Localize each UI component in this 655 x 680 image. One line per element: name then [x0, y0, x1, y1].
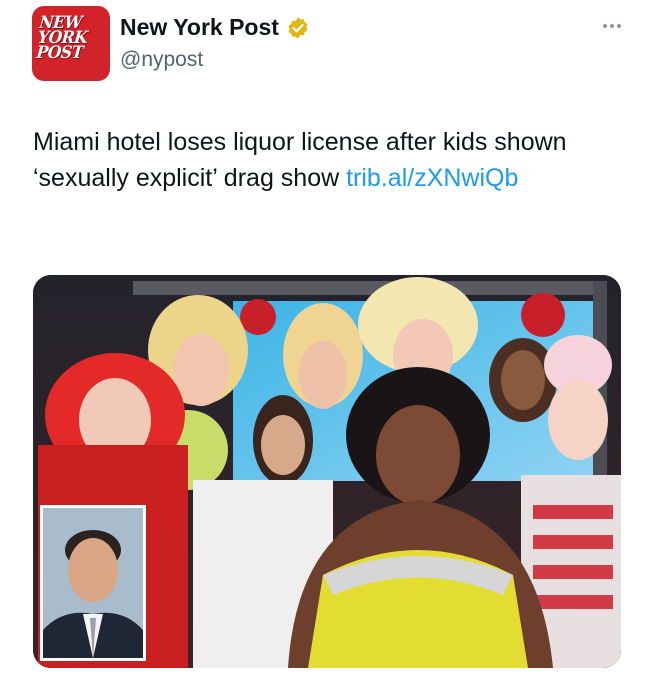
tweet-text: Miami hotel loses liquor license after k… — [33, 124, 613, 196]
account-name-row: New York Post — [120, 14, 310, 41]
more-horizontal-icon[interactable] — [603, 24, 621, 28]
avatar[interactable]: NEW YORK POST — [32, 6, 110, 81]
account-handle[interactable]: @nypost — [120, 48, 203, 72]
inset-portrait-photo — [40, 505, 146, 661]
new-york-post-logo: NEW YORK POST — [35, 13, 89, 63]
tweet-link[interactable]: trib.al/​zXNwiQb — [346, 164, 518, 192]
display-name[interactable]: New York Post — [120, 14, 279, 41]
verified-badge-icon — [286, 16, 310, 40]
